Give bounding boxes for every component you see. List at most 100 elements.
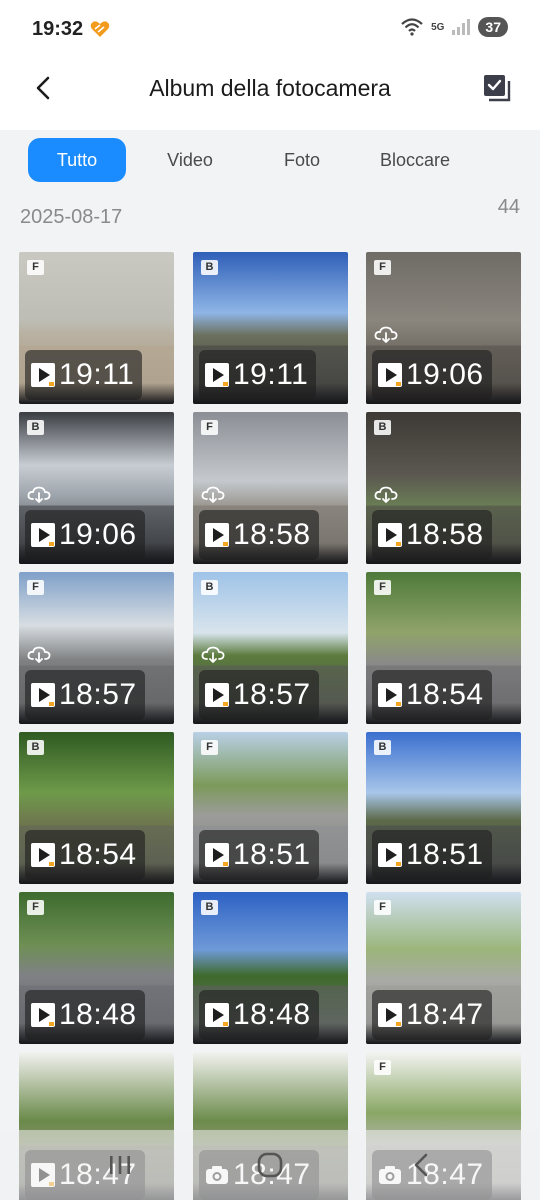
app-header: Album della fotocamera — [0, 60, 540, 130]
network-type: 5G — [431, 21, 445, 33]
play-icon — [31, 843, 55, 867]
video-thumbnail[interactable]: B 18:58 — [366, 412, 521, 564]
capture-time: 18:57 — [59, 678, 137, 711]
camera-badge: B — [201, 260, 218, 275]
camera-badge: F — [374, 900, 391, 915]
capture-time: 18:58 — [233, 518, 311, 551]
home-icon[interactable] — [252, 1147, 288, 1183]
battery-indicator: 37 — [478, 17, 508, 37]
page-title: Album della fotocamera — [149, 75, 391, 101]
capture-time: 18:54 — [59, 838, 137, 871]
status-bar: 19:32 5G 37 — [0, 0, 540, 60]
play-icon — [31, 363, 55, 387]
gallery-content: Tutto Video Foto Bloccare 2025-08-17 44 … — [0, 130, 540, 1200]
time-overlay: 18:54 — [372, 670, 492, 720]
filter-tabs: Tutto Video Foto Bloccare — [28, 138, 518, 182]
tab-video[interactable]: Video — [146, 138, 234, 182]
system-nav-bar — [0, 1130, 540, 1200]
camera-badge: B — [27, 420, 44, 435]
camera-badge: B — [374, 740, 391, 755]
time-overlay: 19:11 — [199, 350, 317, 400]
section-date: 2025-08-17 — [20, 206, 123, 228]
play-icon — [378, 1003, 402, 1027]
time-overlay: 19:06 — [25, 510, 145, 560]
play-icon — [378, 363, 402, 387]
time-overlay: 18:58 — [199, 510, 319, 560]
time-overlay: 19:11 — [25, 350, 143, 400]
cloud-download-icon — [374, 326, 398, 343]
time-overlay: 19:06 — [372, 350, 492, 400]
time-overlay: 18:47 — [372, 990, 492, 1040]
camera-badge: F — [27, 900, 44, 915]
play-icon — [205, 843, 229, 867]
camera-badge: F — [374, 580, 391, 595]
play-icon — [31, 683, 55, 707]
video-thumbnail[interactable]: B 18:54 — [19, 732, 174, 884]
cloud-download-icon — [27, 486, 51, 503]
camera-badge: B — [27, 740, 44, 755]
time-overlay: 18:57 — [25, 670, 145, 720]
capture-time: 19:11 — [233, 358, 309, 391]
status-time: 19:32 — [32, 18, 84, 40]
video-thumbnail[interactable]: B 18:57 — [193, 572, 348, 724]
time-overlay: 18:54 — [25, 830, 145, 880]
time-overlay: 18:48 — [25, 990, 145, 1040]
video-thumbnail[interactable]: B 18:51 — [366, 732, 521, 884]
play-icon — [205, 683, 229, 707]
capture-time: 18:58 — [406, 518, 484, 551]
capture-time: 19:06 — [406, 358, 484, 391]
play-icon — [31, 1003, 55, 1027]
play-icon — [378, 523, 402, 547]
cloud-download-icon — [27, 646, 51, 663]
video-thumbnail[interactable]: B 18:48 — [193, 892, 348, 1044]
play-icon — [378, 843, 402, 867]
camera-badge: F — [374, 1060, 391, 1075]
back-icon[interactable] — [404, 1147, 440, 1183]
time-overlay: 18:58 — [372, 510, 492, 560]
video-thumbnail[interactable]: F 18:47 — [366, 892, 521, 1044]
video-thumbnail[interactable]: F 19:06 — [366, 252, 521, 404]
camera-badge: B — [201, 580, 218, 595]
time-overlay: 18:51 — [372, 830, 492, 880]
time-overlay: 18:51 — [199, 830, 319, 880]
camera-badge: F — [27, 580, 44, 595]
video-thumbnail[interactable]: B 19:11 — [193, 252, 348, 404]
camera-badge: B — [201, 900, 218, 915]
video-thumbnail[interactable]: F 18:57 — [19, 572, 174, 724]
cloud-download-icon — [201, 646, 225, 663]
play-icon — [205, 523, 229, 547]
media-grid: F 19:11 B 19:11 F 19:06 B 19:06 F 18:58 B 18:58 F 18:… — [0, 252, 540, 1200]
play-icon — [205, 363, 229, 387]
capture-time: 19:11 — [59, 358, 135, 391]
tab-foto[interactable]: Foto — [258, 138, 346, 182]
capture-time: 18:48 — [59, 998, 137, 1031]
camera-badge: F — [374, 260, 391, 275]
video-thumbnail[interactable]: F 18:54 — [366, 572, 521, 724]
video-thumbnail[interactable]: B 19:06 — [19, 412, 174, 564]
cloud-download-icon — [201, 486, 225, 503]
capture-time: 19:06 — [59, 518, 137, 551]
multi-select-icon[interactable] — [480, 72, 512, 104]
capture-time: 18:51 — [233, 838, 311, 871]
camera-badge: F — [201, 740, 218, 755]
video-thumbnail[interactable]: F 18:58 — [193, 412, 348, 564]
tab-bloccare[interactable]: Bloccare — [364, 138, 466, 182]
video-thumbnail[interactable]: F 18:51 — [193, 732, 348, 884]
capture-time: 18:51 — [406, 838, 484, 871]
capture-time: 18:47 — [406, 998, 484, 1031]
section-count: 44 — [497, 196, 520, 218]
time-overlay: 18:57 — [199, 670, 319, 720]
tab-tutto[interactable]: Tutto — [28, 138, 126, 182]
capture-time: 18:48 — [233, 998, 311, 1031]
cloud-download-icon — [374, 486, 398, 503]
wifi-icon — [401, 18, 423, 36]
status-indicators: 5G 37 — [401, 17, 508, 37]
video-thumbnail[interactable]: F 19:11 — [19, 252, 174, 404]
video-thumbnail[interactable]: F 18:48 — [19, 892, 174, 1044]
recents-icon[interactable] — [102, 1147, 138, 1183]
camera-badge: F — [27, 260, 44, 275]
signal-icon — [452, 19, 471, 35]
time-overlay: 18:48 — [199, 990, 319, 1040]
camera-badge: F — [201, 420, 218, 435]
capture-time: 18:54 — [406, 678, 484, 711]
